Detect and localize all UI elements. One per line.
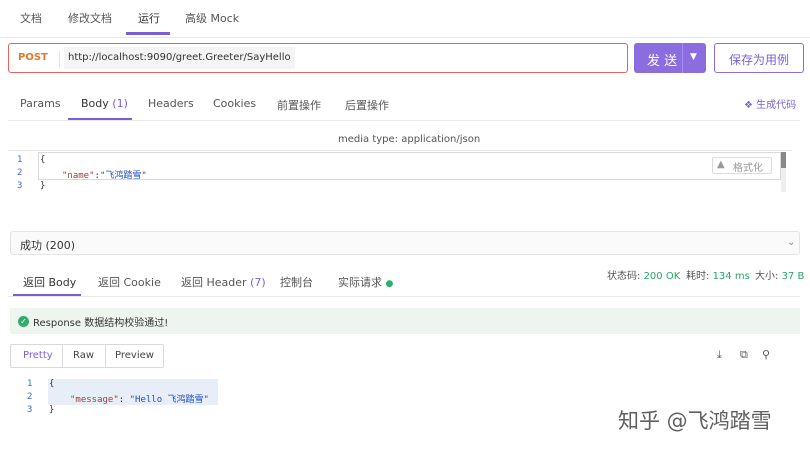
json-colon: :: [118, 395, 130, 405]
format-button[interactable]: ▲ 格式化: [712, 157, 772, 174]
editor-current-line: [38, 152, 781, 180]
save-as-case-label: 保存为用例: [729, 53, 790, 67]
tab-params[interactable]: Params: [20, 97, 61, 110]
tab-post-ops[interactable]: 后置操作: [345, 97, 389, 113]
elapsed-time-metric: 耗时: 134 ms: [686, 267, 750, 282]
size-label: 大小:: [755, 271, 779, 282]
url-input[interactable]: http://localhost:9090/greet.Greeter/SayH…: [64, 47, 295, 69]
cube-icon: ❖: [744, 100, 753, 111]
validation-banner: ✓ Response 数据结构校验通过!: [10, 308, 800, 334]
tab-edit-docs[interactable]: 修改文档: [68, 10, 112, 26]
send-label: 发 送: [647, 54, 678, 69]
view-raw-label: Raw: [73, 350, 95, 361]
url-bar[interactable]: POST http://localhost:9090/greet.Greeter…: [8, 43, 628, 73]
line-number: 2: [17, 168, 23, 178]
url-divider: [59, 50, 60, 68]
tab-response-header-label: 返回 Header: [181, 276, 247, 289]
tab-run[interactable]: 运行: [138, 10, 160, 26]
format-icon: ▲: [717, 159, 725, 170]
scrollbar-track[interactable]: [781, 168, 786, 192]
tab-response-body[interactable]: 返回 Body: [23, 274, 76, 290]
view-pretty-label: Pretty: [23, 350, 53, 361]
tab-headers[interactable]: Headers: [148, 97, 194, 110]
code-close-brace: }: [40, 181, 46, 191]
line-number: 3: [17, 181, 23, 191]
format-label: 格式化: [733, 163, 763, 174]
json-value: "飞鸿踏雪": [99, 171, 147, 181]
divider: [8, 296, 800, 297]
code-close-brace: }: [49, 405, 55, 415]
tab-actual-request-label: 实际请求: [338, 276, 382, 289]
elapsed-time-label: 耗时:: [686, 271, 710, 282]
tab-response-header-count: (7): [250, 276, 266, 289]
line-number: 3: [27, 405, 33, 415]
send-separator: [682, 43, 683, 73]
elapsed-time-value: 134 ms: [712, 271, 750, 282]
tab-console[interactable]: 控制台: [280, 274, 313, 290]
code-line: "name":"飞鸿踏雪": [62, 168, 147, 181]
search-icon[interactable]: ⚲: [762, 348, 770, 361]
line-number: 2: [27, 392, 33, 402]
view-preview-label: Preview: [115, 350, 154, 361]
http-method[interactable]: POST: [18, 52, 48, 63]
tab-pre-ops[interactable]: 前置操作: [277, 97, 321, 113]
tab-advanced-mock[interactable]: 高级 Mock: [185, 10, 239, 26]
status-code-value: 200 OK: [643, 271, 681, 282]
watermark: 知乎 @飞鸿踏雪: [618, 409, 772, 433]
send-button[interactable]: 发 送 ▼: [634, 43, 706, 73]
chevron-down-icon[interactable]: ⌄: [787, 237, 795, 248]
copy-icon[interactable]: ⧉: [740, 348, 748, 362]
status-dot-icon: ●: [385, 279, 394, 289]
tab-body-count: (1): [112, 97, 128, 110]
view-mode-group: Pretty Raw Preview: [10, 344, 164, 368]
tab-response-header[interactable]: 返回 Header (7): [181, 274, 266, 290]
size-value: 37 B: [781, 271, 805, 282]
media-type-label: media type: application/json: [338, 134, 481, 145]
size-metric: 大小: 37 B: [755, 267, 804, 282]
divider: [8, 120, 800, 121]
view-raw-button[interactable]: Raw: [63, 345, 105, 367]
check-circle-icon: ✓: [18, 316, 29, 327]
scrollbar-thumb[interactable]: [781, 152, 786, 168]
response-status: 成功 (200): [20, 239, 76, 252]
active-tab-indicator: [126, 32, 170, 35]
tab-response-cookie[interactable]: 返回 Cookie: [98, 274, 161, 290]
tab-cookies[interactable]: Cookies: [213, 97, 256, 110]
generate-code-link[interactable]: ❖ 生成代码: [744, 96, 796, 111]
tab-body-label: Body: [81, 97, 109, 110]
json-key: "name": [62, 171, 95, 181]
status-code-metric: 状态码: 200 OK: [607, 267, 680, 282]
generate-code-label: 生成代码: [756, 100, 797, 111]
line-number: 1: [17, 155, 23, 165]
tab-body[interactable]: Body (1): [81, 97, 128, 110]
json-key: "message": [70, 395, 119, 405]
tab-actual-request[interactable]: 实际请求 ●: [338, 274, 393, 290]
chevron-down-icon[interactable]: ▼: [690, 52, 697, 62]
save-as-case-button[interactable]: 保存为用例: [714, 43, 804, 73]
status-code-label: 状态码:: [607, 271, 641, 282]
response-status-bar[interactable]: 成功 (200) ⌄: [10, 231, 800, 255]
view-pretty-button[interactable]: Pretty: [11, 345, 62, 367]
code-open-brace: {: [40, 155, 46, 165]
view-preview-button[interactable]: Preview: [106, 345, 164, 367]
json-value: "Hello 飞鸿踏雪": [129, 395, 209, 405]
line-number: 1: [27, 379, 33, 389]
code-line: "message": "Hello 飞鸿踏雪": [70, 392, 209, 405]
tab-docs[interactable]: 文档: [20, 10, 42, 26]
validation-message: Response 数据结构校验通过!: [33, 318, 169, 329]
top-tab-bar: 文档 修改文档 运行 高级 Mock: [0, 0, 810, 38]
code-open-brace: {: [49, 379, 55, 389]
download-icon[interactable]: ⤓: [717, 348, 722, 362]
